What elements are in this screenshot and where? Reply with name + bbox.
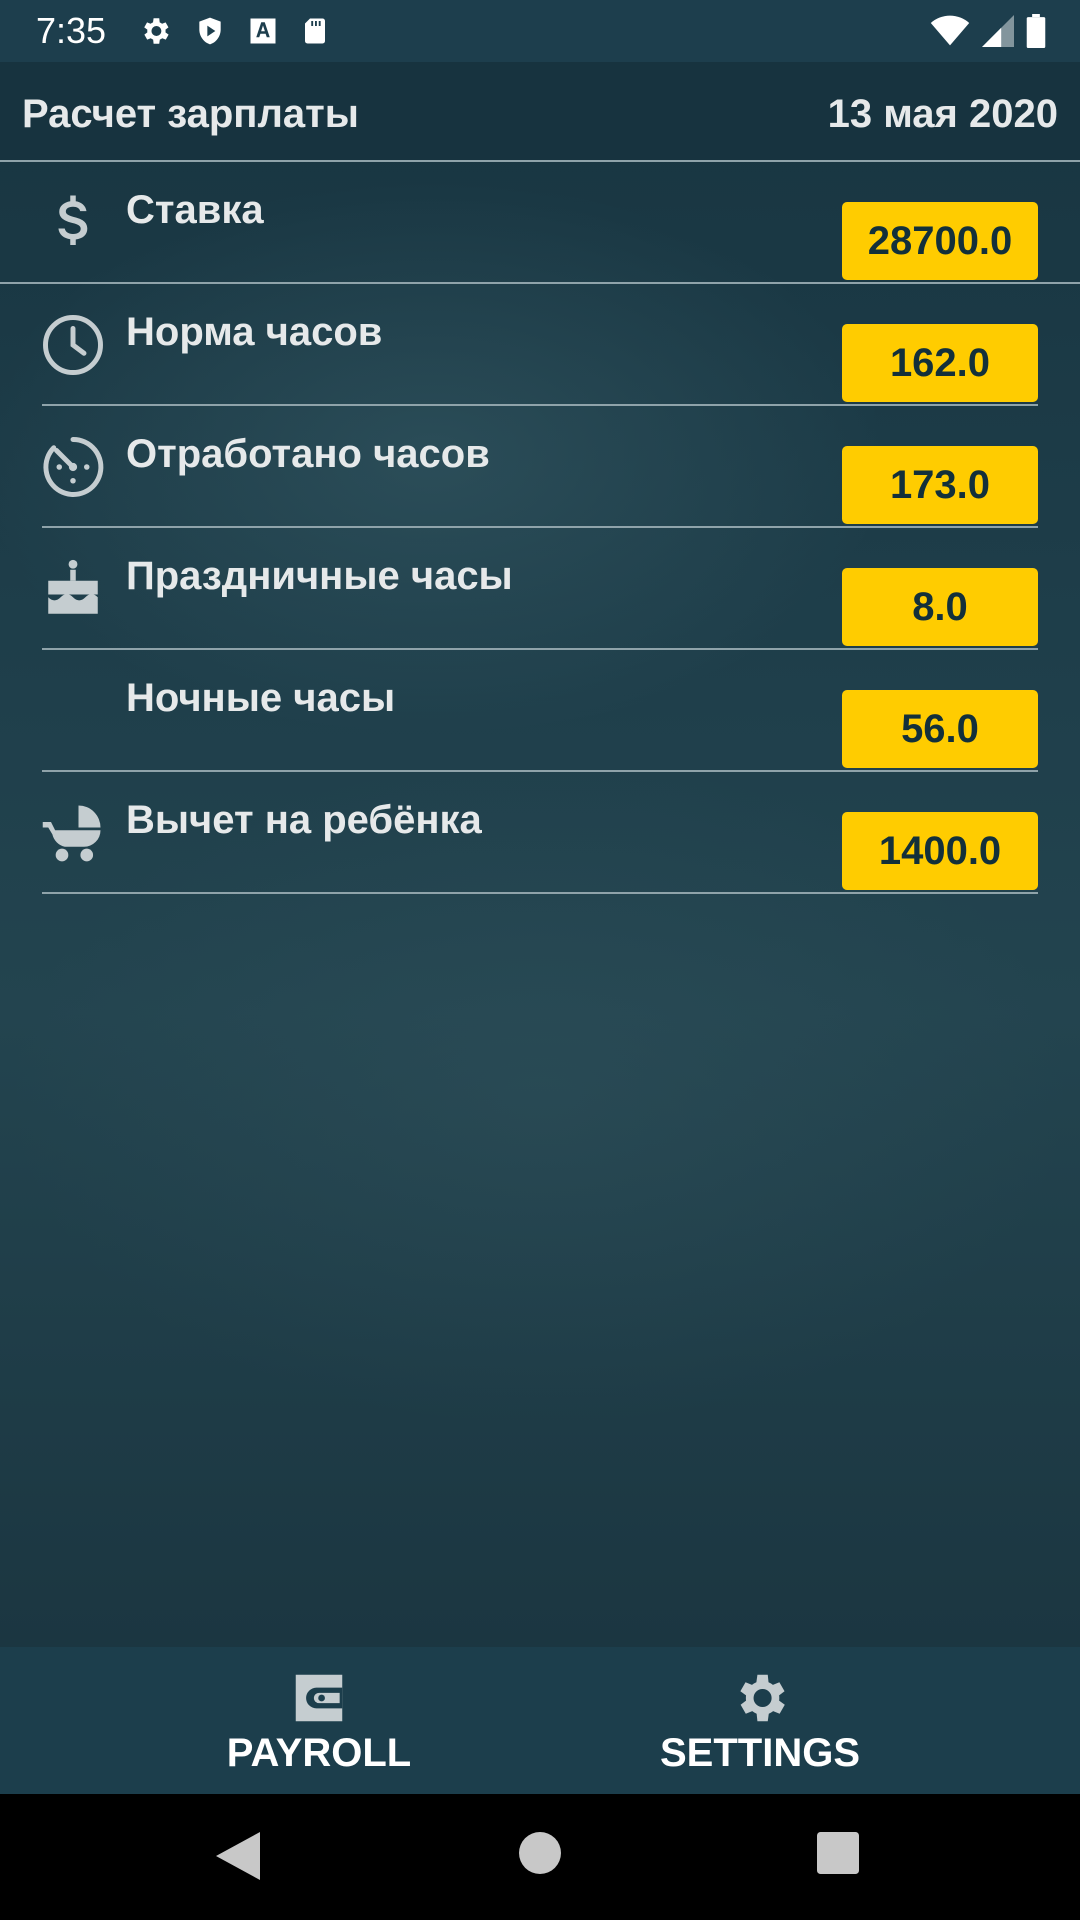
nav-payroll[interactable]: PAYROLL bbox=[189, 1667, 449, 1776]
nav-settings[interactable]: SETTINGS bbox=[630, 1667, 890, 1776]
system-nav-bar bbox=[0, 1794, 1080, 1920]
row-holiday-hours[interactable]: Праздничные часы 8.0 bbox=[0, 528, 1080, 650]
settings-icon bbox=[138, 14, 172, 48]
header-date: 13 мая 2020 bbox=[827, 92, 1058, 136]
row-child-deduction[interactable]: Вычет на ребёнка 1400.0 bbox=[0, 772, 1080, 894]
row-night-hours[interactable]: Ночные часы 56.0 bbox=[0, 650, 1080, 772]
status-bar: 7:35 bbox=[0, 0, 1080, 62]
row-label: Норма часов bbox=[126, 310, 383, 354]
app-header: Расчет зарплаты 13 мая 2020 bbox=[0, 62, 1080, 162]
wifi-icon bbox=[930, 15, 970, 47]
shield-icon bbox=[194, 14, 226, 48]
row-label: Отработано часов bbox=[126, 432, 490, 476]
row-norm-hours[interactable]: Норма часов 162.0 bbox=[0, 284, 1080, 406]
page-title: Расчет зарплаты bbox=[22, 92, 359, 136]
child-deduction-value[interactable]: 1400.0 bbox=[842, 812, 1038, 890]
nav-label: PAYROLL bbox=[226, 1731, 412, 1775]
norm-hours-value[interactable]: 162.0 bbox=[842, 324, 1038, 402]
battery-icon bbox=[1026, 14, 1046, 48]
gear-icon bbox=[630, 1667, 890, 1729]
divider bbox=[42, 892, 1038, 894]
holiday-hours-value[interactable]: 8.0 bbox=[842, 568, 1038, 646]
status-time: 7:35 bbox=[36, 10, 107, 51]
wallet-icon bbox=[189, 1667, 449, 1729]
sd-card-icon bbox=[300, 14, 330, 48]
row-label: Ночные часы bbox=[126, 676, 396, 720]
cake-icon bbox=[40, 556, 106, 622]
stroller-icon bbox=[40, 800, 106, 866]
status-icons-right bbox=[930, 14, 1046, 48]
moon-icon bbox=[40, 678, 106, 744]
rate-value[interactable]: 28700.0 bbox=[842, 202, 1038, 280]
timer-icon bbox=[40, 434, 106, 500]
bottom-nav: PAYROLL SETTINGS bbox=[0, 1647, 1080, 1794]
row-label: Праздничные часы bbox=[126, 554, 513, 598]
night-hours-value[interactable]: 56.0 bbox=[842, 690, 1038, 768]
dollar-icon bbox=[40, 190, 106, 256]
row-label: Ставка bbox=[126, 188, 264, 232]
row-rate[interactable]: Ставка 28700.0 bbox=[0, 162, 1080, 284]
clock-icon bbox=[40, 312, 106, 378]
row-label: Вычет на ребёнка bbox=[126, 798, 482, 842]
row-worked-hours[interactable]: Отработано часов 173.0 bbox=[0, 406, 1080, 528]
font-icon bbox=[248, 14, 278, 48]
recents-icon[interactable] bbox=[817, 1832, 859, 1879]
worked-hours-value[interactable]: 173.0 bbox=[842, 446, 1038, 524]
cell-signal-icon bbox=[982, 15, 1014, 47]
nav-label: SETTINGS bbox=[659, 1731, 861, 1775]
main-content: Расчет зарплаты 13 мая 2020 Ставка 28700… bbox=[0, 62, 1080, 1647]
home-icon[interactable] bbox=[519, 1832, 561, 1879]
back-icon[interactable] bbox=[216, 1832, 260, 1885]
status-icons-left bbox=[138, 14, 330, 48]
